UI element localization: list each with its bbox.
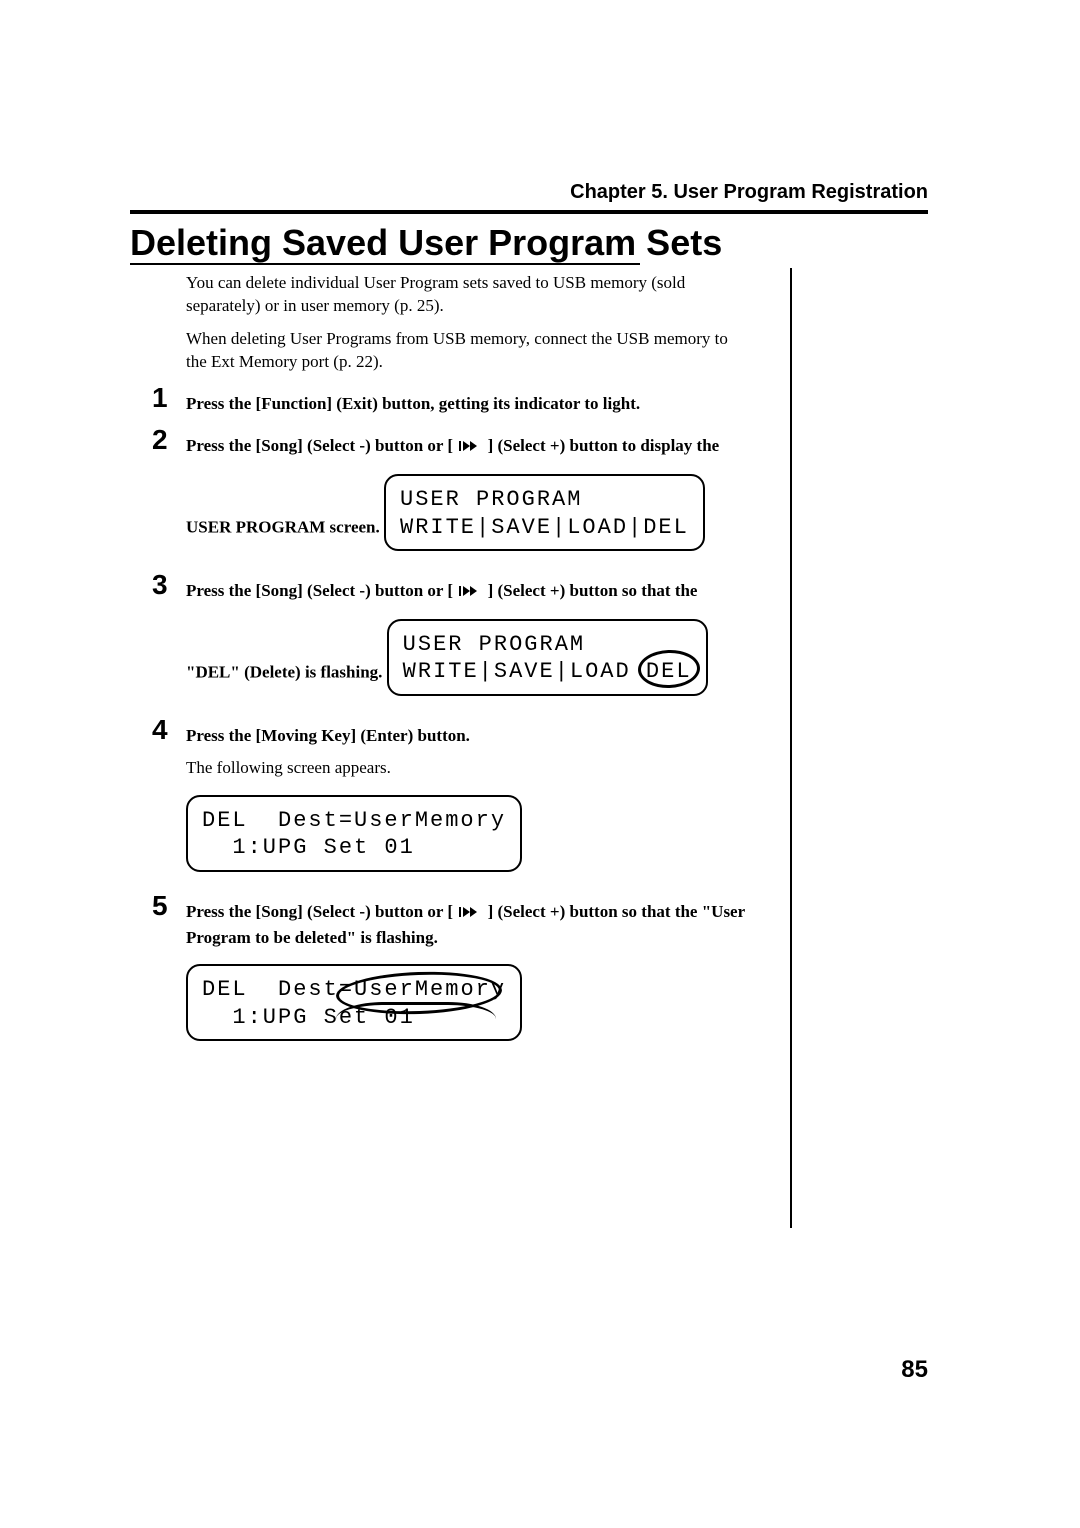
running-header: Chapter 5. User Program Registration	[570, 181, 928, 204]
step-text-a: Press the [Song] (Select -) button or [	[186, 436, 457, 455]
step-2: 2 Press the [Song] (Select -) button or …	[130, 434, 790, 561]
step-number: 3	[152, 569, 168, 601]
lcd-line-1: USER PROGRAM	[400, 487, 582, 512]
swoosh-mark	[336, 1002, 496, 1019]
lcd-screen: USER PROGRAM WRITE|SAVE|LOAD DEL	[387, 619, 708, 696]
section-title-underline	[130, 263, 640, 265]
step-body: Press the [Moving Key] (Enter) button. T…	[186, 724, 746, 882]
page-number-text: 85	[901, 1356, 928, 1383]
page-number: 85	[901, 1356, 928, 1384]
step-sub-text: The following screen appears.	[186, 756, 746, 781]
step-body: Press the [Song] (Select -) button or [ …	[186, 579, 746, 706]
step-text-a: Press the [Song] (Select -) button or [	[186, 581, 457, 600]
step-number: 2	[152, 424, 168, 456]
intro-block: You can delete individual User Program s…	[186, 272, 746, 374]
step-4: 4 Press the [Moving Key] (Enter) button.…	[130, 724, 790, 882]
step-number: 5	[152, 890, 168, 922]
step-number: 1	[152, 382, 168, 414]
lcd-line-2: WRITE|SAVE|LOAD|DEL	[400, 515, 689, 540]
lcd-line-2-left: WRITE|SAVE|LOAD	[403, 659, 631, 684]
step-number: 4	[152, 714, 168, 746]
lcd-line-1-left: DEL Dest=	[202, 977, 354, 1002]
step-1: 1 Press the [Function] (Exit) button, ge…	[130, 392, 790, 417]
rewind-icon	[457, 901, 483, 926]
lcd-line-1: USER PROGRAM	[403, 632, 585, 657]
lcd-screen: DEL Dest=UserMemory 1:UPG Set 01	[186, 964, 522, 1041]
content-column: You can delete individual User Program s…	[130, 268, 792, 1228]
lcd-screen: DEL Dest=UserMemory 1:UPG Set 01	[186, 795, 522, 872]
rewind-icon	[457, 435, 483, 460]
page: Chapter 5. User Program Registration Del…	[0, 0, 1080, 1528]
step-text: Press the [Function] (Exit) button, gett…	[186, 394, 640, 413]
running-header-text: Chapter 5. User Program Registration	[570, 181, 928, 203]
step-body: Press the [Function] (Exit) button, gett…	[186, 392, 746, 417]
step-text-a: Press the [Song] (Select -) button or [	[186, 902, 457, 921]
intro-paragraph-1: You can delete individual User Program s…	[186, 272, 746, 318]
step-body: Press the [Song] (Select -) button or [ …	[186, 900, 746, 1051]
section-title-text: Deleting Saved User Program Sets	[130, 222, 722, 263]
step-text: Press the [Moving Key] (Enter) button.	[186, 726, 470, 745]
rewind-icon	[457, 580, 483, 605]
section-title: Deleting Saved User Program Sets	[130, 222, 722, 264]
lcd-screen: USER PROGRAM WRITE|SAVE|LOAD|DEL	[384, 474, 705, 551]
step-5: 5 Press the [Song] (Select -) button or …	[130, 900, 790, 1051]
header-rule-thick	[130, 210, 928, 214]
step-3: 3 Press the [Song] (Select -) button or …	[130, 579, 790, 706]
step-body: Press the [Song] (Select -) button or [ …	[186, 434, 746, 561]
lcd-line-2: 1:UPG Set 01	[202, 835, 415, 860]
intro-paragraph-2: When deleting User Programs from USB mem…	[186, 328, 746, 374]
lcd-line-1: DEL Dest=UserMemory	[202, 808, 506, 833]
steps-list: 1 Press the [Function] (Exit) button, ge…	[130, 392, 790, 1051]
